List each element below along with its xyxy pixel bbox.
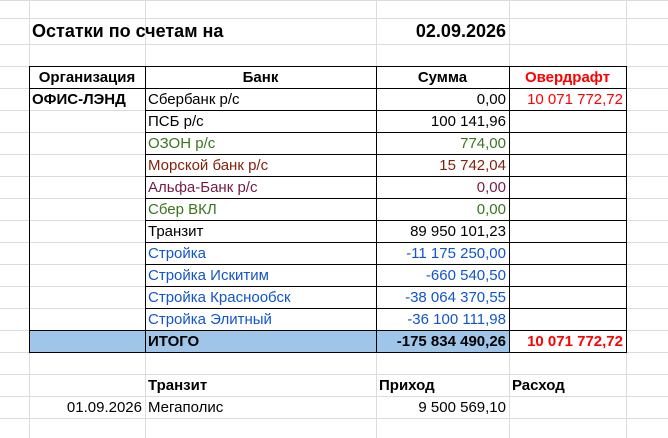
table-border-line bbox=[29, 66, 627, 67]
transit-title[interactable]: Транзит bbox=[145, 374, 376, 396]
table-border-line bbox=[145, 176, 626, 177]
amount-cell[interactable]: 774,00 bbox=[376, 132, 509, 154]
header-bank[interactable]: Банк bbox=[145, 66, 376, 88]
table-border-line bbox=[145, 242, 626, 243]
bank-name-cell[interactable]: ОЗОН р/с bbox=[145, 132, 376, 154]
bank-name-cell[interactable]: Стройка Краснообск bbox=[145, 286, 376, 308]
table-border-line bbox=[145, 308, 626, 309]
bank-name-cell[interactable]: Альфа-Банк р/с bbox=[145, 176, 376, 198]
amount-cell[interactable]: -11 175 250,00 bbox=[376, 242, 509, 264]
report-date[interactable]: 02.09.2026 bbox=[376, 18, 509, 44]
overdraft-cell[interactable]: 10 071 772,72 bbox=[509, 88, 626, 110]
bank-name-cell[interactable]: Морской банк р/с bbox=[145, 154, 376, 176]
bank-name-cell[interactable]: Сбер ВКЛ bbox=[145, 198, 376, 220]
spreadsheet-grid[interactable]: Остатки по счетам на 02.09.2026 Организа… bbox=[0, 0, 668, 438]
transit-date-cell[interactable]: 01.09.2026 bbox=[29, 396, 145, 418]
table-border-line bbox=[145, 220, 626, 221]
table-border-line bbox=[29, 330, 627, 331]
overdraft-cell[interactable] bbox=[509, 154, 626, 176]
total-label[interactable]: ИТОГО bbox=[145, 330, 376, 352]
transit-name-cell[interactable]: Мегаполис bbox=[145, 396, 376, 418]
report-title[interactable]: Остатки по счетам на bbox=[29, 18, 329, 44]
gridline bbox=[0, 44, 668, 45]
gridline bbox=[0, 418, 668, 419]
table-border-line bbox=[626, 66, 627, 353]
header-overdraft[interactable]: Овердрафт bbox=[509, 66, 626, 88]
header-organization[interactable]: Организация bbox=[29, 66, 145, 88]
header-amount[interactable]: Сумма bbox=[376, 66, 509, 88]
overdraft-cell[interactable] bbox=[509, 132, 626, 154]
amount-cell[interactable]: -38 064 370,55 bbox=[376, 286, 509, 308]
amount-cell[interactable]: 0,00 bbox=[376, 176, 509, 198]
table-border-line bbox=[145, 110, 626, 111]
bank-name-cell[interactable]: Стройка Искитим bbox=[145, 264, 376, 286]
table-border-line bbox=[29, 88, 627, 89]
organization-name[interactable]: ОФИС-ЛЭНД bbox=[29, 88, 145, 110]
bank-name-cell[interactable]: Стройка Элитный bbox=[145, 308, 376, 330]
bank-name-cell[interactable]: Транзит bbox=[145, 220, 376, 242]
amount-cell[interactable]: 0,00 bbox=[376, 88, 509, 110]
overdraft-cell[interactable] bbox=[509, 264, 626, 286]
bank-name-cell[interactable]: Стройка bbox=[145, 242, 376, 264]
gridline bbox=[0, 0, 668, 1]
amount-cell[interactable]: 0,00 bbox=[376, 198, 509, 220]
table-border-line bbox=[29, 66, 30, 353]
bank-name-cell[interactable]: ПСБ р/с bbox=[145, 110, 376, 132]
transit-income-header[interactable]: Приход bbox=[376, 374, 509, 396]
table-border-line bbox=[145, 154, 626, 155]
overdraft-cell[interactable] bbox=[509, 242, 626, 264]
overdraft-cell[interactable] bbox=[509, 110, 626, 132]
total-overdraft[interactable]: 10 071 772,72 bbox=[509, 330, 626, 352]
overdraft-cell[interactable] bbox=[509, 308, 626, 330]
table-border-line bbox=[29, 352, 627, 353]
transit-expense-header[interactable]: Расход bbox=[509, 374, 626, 396]
amount-cell[interactable]: 100 141,96 bbox=[376, 110, 509, 132]
transit-expense-cell[interactable] bbox=[509, 396, 626, 418]
amount-cell[interactable]: 15 742,04 bbox=[376, 154, 509, 176]
amount-cell[interactable]: 89 950 101,23 bbox=[376, 220, 509, 242]
total-amount[interactable]: -175 834 490,26 bbox=[376, 330, 509, 352]
table-border-line bbox=[145, 132, 626, 133]
amount-cell[interactable]: -660 540,50 bbox=[376, 264, 509, 286]
overdraft-cell[interactable] bbox=[509, 286, 626, 308]
overdraft-cell[interactable] bbox=[509, 220, 626, 242]
bank-name-cell[interactable]: Сбербанк р/с bbox=[145, 88, 376, 110]
table-border-line bbox=[145, 286, 626, 287]
overdraft-cell[interactable] bbox=[509, 198, 626, 220]
amount-cell[interactable]: -36 100 111,98 bbox=[376, 308, 509, 330]
overdraft-cell[interactable] bbox=[509, 176, 626, 198]
table-border-line bbox=[145, 198, 626, 199]
transit-income-cell[interactable]: 9 500 569,10 bbox=[376, 396, 509, 418]
table-border-line bbox=[145, 264, 626, 265]
